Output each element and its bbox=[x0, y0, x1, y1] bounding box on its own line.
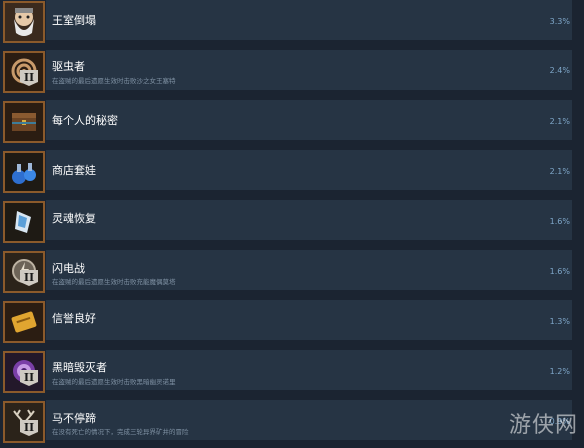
achievement-percent: 2.1% bbox=[549, 117, 570, 126]
achievement-title: 闪电战 bbox=[52, 262, 85, 275]
achievement-list: 王室倒塌 3.3% II 驱虫者 在盗贼的最后遗愿生效时击败沙之女王塞特 2.4… bbox=[0, 0, 584, 448]
achievement-row[interactable]: II 驱虫者 在盗贼的最后遗愿生效时击败沙之女王塞特 2.4% bbox=[0, 48, 584, 98]
achievement-row[interactable]: 王室倒塌 3.3% bbox=[0, 0, 584, 48]
achievement-bar bbox=[46, 200, 572, 240]
achievement-percent: 3.3% bbox=[549, 17, 570, 26]
achievement-percent: 2.4% bbox=[549, 66, 570, 75]
achievement-row[interactable]: II 黑暗毁灭者 在盗贼的最后遗愿生效时击败黑暗幽灵诺里 1.2% bbox=[0, 348, 584, 398]
achievement-title: 信誉良好 bbox=[52, 312, 96, 325]
watermark-logo: 游侠网 bbox=[508, 413, 578, 438]
achievement-description: 在盗贼的最后遗愿生效时击败充能魔偶莫塔 bbox=[52, 278, 176, 286]
achievement-percent: 1.6% bbox=[549, 217, 570, 226]
achievement-description: 在没有死亡的情况下，完成三轮异界矿井的冒险 bbox=[52, 428, 189, 436]
achievement-percent: 2.1% bbox=[549, 167, 570, 176]
achievement-title: 马不停蹄 bbox=[52, 412, 96, 425]
dwarf-king-icon bbox=[3, 1, 45, 43]
achievement-bar bbox=[46, 100, 572, 140]
achievement-row[interactable]: 灵魂恢复 1.6% bbox=[0, 198, 584, 248]
soul-crystal-icon bbox=[3, 201, 45, 243]
achievement-row[interactable]: 每个人的秘密 2.1% bbox=[0, 98, 584, 148]
achievement-title: 灵魂恢复 bbox=[52, 212, 96, 225]
achievement-bar bbox=[46, 300, 572, 340]
achievement-title: 王室倒塌 bbox=[52, 14, 96, 27]
achievement-row[interactable]: 信誉良好 1.3% bbox=[0, 298, 584, 348]
achievement-description: 在盗贼的最后遗愿生效时击败黑暗幽灵诺里 bbox=[52, 378, 176, 386]
achievement-description: 在盗贼的最后遗愿生效时击败沙之女王塞特 bbox=[52, 77, 176, 85]
achievement-title: 黑暗毁灭者 bbox=[52, 361, 107, 374]
achievement-title: 驱虫者 bbox=[52, 60, 85, 73]
achievement-bar bbox=[46, 0, 572, 40]
achievement-title: 商店套娃 bbox=[52, 164, 96, 177]
achievement-title: 每个人的秘密 bbox=[52, 114, 118, 127]
achievement-percent: 1.3% bbox=[549, 317, 570, 326]
achievement-percent: 1.2% bbox=[549, 367, 570, 376]
treasure-chest-icon bbox=[3, 101, 45, 143]
achievement-bar bbox=[46, 150, 572, 190]
achievement-percent: 1.6% bbox=[549, 267, 570, 276]
achievement-row[interactable]: 商店套娃 2.1% bbox=[0, 148, 584, 198]
golden-ticket-icon bbox=[3, 301, 45, 343]
achievement-row[interactable]: II 闪电战 在盗贼的最后遗愿生效时击败充能魔偶莫塔 1.6% bbox=[0, 248, 584, 298]
potion-bottles-icon bbox=[3, 151, 45, 193]
